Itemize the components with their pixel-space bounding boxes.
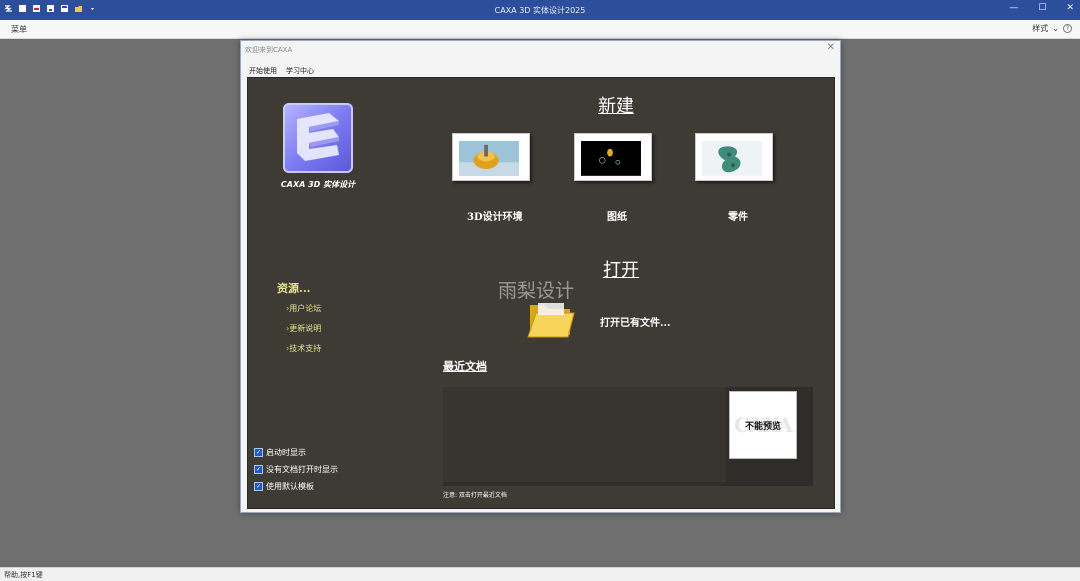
minimize-button[interactable]: — [1009, 3, 1018, 13]
part-thumbnail[interactable] [695, 133, 773, 181]
startup-options: ✓ 启动时显示 ✓ 没有文档打开时显示 ✓ 使用默认模板 [254, 447, 338, 498]
new-heading: 新建 [598, 96, 634, 117]
welcome-content-panel: CAXA 3D 实体设计 资源... ›用户论坛 ›更新说明 ›技术支持 ✓ 启… [247, 77, 835, 509]
checkbox-label: 没有文档打开时显示 [266, 465, 338, 474]
caxa-logo-icon [283, 103, 353, 173]
recent-docs-list[interactable] [443, 387, 726, 482]
checkbox-label: 启动时显示 [266, 448, 306, 457]
part-preview-icon [702, 141, 762, 176]
new-drawing-label[interactable]: 图纸 [607, 208, 627, 223]
window-controls: — ☐ ✕ [1009, 3, 1074, 13]
open-existing-file-link[interactable]: 打开已有文件... [600, 314, 670, 329]
no-preview-thumbnail: CAXA 不能预览 [729, 391, 797, 459]
close-window-button[interactable]: ✕ [1066, 3, 1074, 13]
3d-design-env-thumbnail[interactable] [452, 133, 530, 181]
maximize-button[interactable]: ☐ [1038, 3, 1046, 13]
help-icon[interactable]: ? [1063, 24, 1072, 33]
app-title-bar: CAXA 3D 实体设计2025 — ☐ ✕ [0, 0, 1080, 20]
checkbox-checked-icon[interactable]: ✓ [254, 465, 263, 474]
recent-docs-note: 注意: 双击打开最近文档 [443, 492, 507, 499]
style-selector[interactable]: 样式 ⌄ ? [1032, 23, 1072, 34]
window-title: CAXA 3D 实体设计2025 [494, 6, 586, 15]
checkbox-checked-icon[interactable]: ✓ [254, 448, 263, 457]
gear-model-preview-icon [459, 141, 519, 176]
status-bar: 帮助,按F1键 [0, 567, 1080, 581]
drawing-preview-icon [581, 141, 641, 176]
show-on-startup-option[interactable]: ✓ 启动时显示 [254, 447, 338, 458]
welcome-dialog: 欢迎来到CAXA ✕ 开始使用 学习中心 CAXA 3D 实体设计 资源... … [240, 40, 841, 513]
menu-button[interactable]: 菜单 [11, 24, 27, 35]
resources-links: ›用户论坛 ›更新说明 ›技术支持 [286, 303, 321, 363]
product-name: CAXA 3D 实体设计 [280, 180, 356, 189]
resources-heading: 资源... [277, 282, 311, 295]
checkbox-label: 使用默认模板 [266, 482, 314, 491]
checkbox-checked-icon[interactable]: ✓ [254, 482, 263, 491]
folder-icon[interactable] [526, 297, 576, 341]
open-heading: 打开 [603, 260, 639, 281]
recent-docs-panel: CAXA 不能预览 [443, 387, 813, 486]
caxa-logo-mark [297, 113, 339, 161]
menu-bar: 菜单 样式 ⌄ ? [0, 20, 1080, 39]
dialog-close-button[interactable]: ✕ [827, 42, 835, 53]
show-when-no-doc-option[interactable]: ✓ 没有文档打开时显示 [254, 464, 338, 475]
style-label: 样式 [1032, 24, 1049, 33]
new-3d-design-env-label[interactable]: 3D设计环境 [467, 208, 523, 223]
drawing-thumbnail[interactable] [574, 133, 652, 181]
link-tech-support[interactable]: ›技术支持 [286, 343, 321, 354]
dialog-title: 欢迎来到CAXA [245, 46, 293, 54]
use-default-template-option[interactable]: ✓ 使用默认模板 [254, 481, 338, 492]
chevron-down-icon: ⌄ [1052, 24, 1059, 33]
link-release-notes[interactable]: ›更新说明 [286, 323, 321, 334]
recent-docs-heading: 最近文档 [443, 360, 487, 373]
no-preview-label: 不能预览 [744, 421, 781, 432]
new-part-label[interactable]: 零件 [728, 208, 748, 223]
link-user-forum[interactable]: ›用户论坛 [286, 303, 321, 314]
